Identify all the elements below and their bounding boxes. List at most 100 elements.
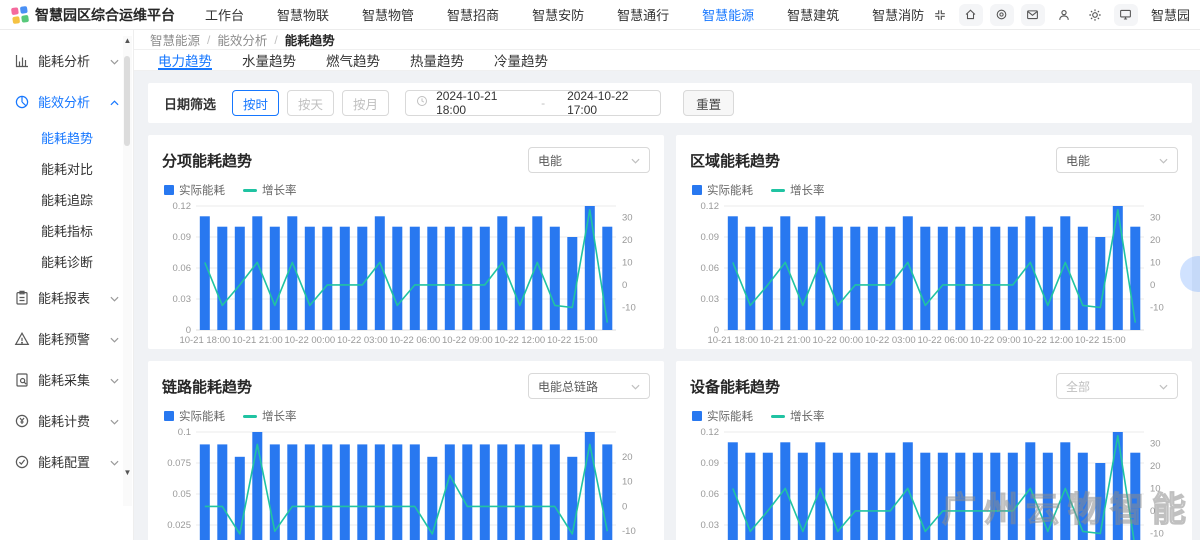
svg-text:0.03: 0.03 bbox=[173, 294, 192, 305]
svg-text:10-22 09:00: 10-22 09:00 bbox=[970, 335, 1021, 346]
sidebar-item-energy-trace[interactable]: 能耗追踪 bbox=[14, 184, 119, 215]
svg-text:10-22 15:00: 10-22 15:00 bbox=[547, 335, 598, 346]
sidebar-group-energy-warning[interactable]: 能耗预警 bbox=[14, 318, 119, 359]
bar-chart-icon bbox=[14, 53, 30, 69]
config-icon bbox=[14, 454, 30, 470]
legend-bar-swatch bbox=[164, 411, 174, 421]
nav-item-access[interactable]: 智慧通行 bbox=[617, 5, 669, 24]
scroll-up-icon[interactable]: ▲ bbox=[123, 36, 132, 46]
chevron-down-icon bbox=[631, 377, 640, 395]
sidebar: 能耗分析 能效分析 能耗趋势 能耗对比 能耗追踪 能耗指标 能耗诊断 能耗报表 bbox=[0, 30, 134, 540]
nav-item-security[interactable]: 智慧安防 bbox=[532, 5, 584, 24]
chart-legend: 实际能耗 增长率 bbox=[692, 408, 1178, 424]
chart-legend: 实际能耗 增长率 bbox=[164, 182, 650, 198]
badge-icon[interactable] bbox=[990, 4, 1014, 26]
sidebar-group-efficiency-analysis[interactable]: 能效分析 bbox=[14, 81, 119, 122]
svg-text:10-21 18:00: 10-21 18:00 bbox=[707, 335, 758, 346]
svg-text:0.03: 0.03 bbox=[701, 294, 720, 305]
nav-item-business[interactable]: 智慧招商 bbox=[447, 5, 499, 24]
link-select[interactable]: 电能总链路 bbox=[528, 373, 650, 399]
sidebar-group-energy-analysis[interactable]: 能耗分析 bbox=[14, 40, 119, 81]
tab-gas-trend[interactable]: 燃气趋势 bbox=[326, 50, 380, 70]
date-range-picker[interactable]: 2024-10-21 18:00 - 2024-10-22 17:00 bbox=[405, 90, 661, 116]
chart-card-link-energy: 链路能耗趋势 电能总链路 实际能耗 增长率 00.0250.050.0750.1… bbox=[148, 361, 664, 540]
svg-text:0.075: 0.075 bbox=[167, 458, 191, 469]
tab-electricity-trend[interactable]: 电力趋势 bbox=[158, 50, 212, 70]
monitor-icon[interactable] bbox=[1114, 4, 1138, 26]
filter-by-hour-button[interactable]: 按时 bbox=[232, 90, 279, 116]
clock-icon bbox=[416, 94, 428, 112]
legend-growth-rate[interactable]: 增长率 bbox=[771, 408, 825, 424]
bar-line-chart: 00.030.060.090.12-10010203010-21 18:0010… bbox=[690, 426, 1178, 540]
svg-text:10-22 12:00: 10-22 12:00 bbox=[1022, 335, 1073, 346]
legend-actual-energy[interactable]: 实际能耗 bbox=[692, 408, 753, 424]
report-icon bbox=[14, 290, 30, 306]
legend-growth-rate[interactable]: 增长率 bbox=[243, 408, 297, 424]
user-icon[interactable] bbox=[1052, 4, 1076, 26]
start-date-value[interactable]: 2024-10-21 18:00 bbox=[436, 89, 519, 117]
svg-text:0: 0 bbox=[1150, 280, 1155, 291]
filter-by-month-button[interactable]: 按月 bbox=[342, 90, 389, 116]
sidebar-item-energy-compare[interactable]: 能耗对比 bbox=[14, 153, 119, 184]
energy-type-select[interactable]: 电能 bbox=[528, 147, 650, 173]
sidebar-scrollbar[interactable]: ▲ ▼ bbox=[123, 36, 132, 506]
nav-item-workbench[interactable]: 工作台 bbox=[205, 5, 244, 24]
legend-actual-energy[interactable]: 实际能耗 bbox=[164, 408, 225, 424]
legend-growth-rate[interactable]: 增长率 bbox=[243, 182, 297, 198]
fullscreen-icon[interactable] bbox=[928, 4, 952, 26]
sidebar-item-energy-diagnosis[interactable]: 能耗诊断 bbox=[14, 246, 119, 277]
nav-item-energy[interactable]: 智慧能源 bbox=[702, 5, 754, 24]
svg-text:-10: -10 bbox=[622, 302, 636, 313]
svg-text:20: 20 bbox=[622, 452, 633, 463]
nav-item-fire[interactable]: 智慧消防 bbox=[872, 5, 924, 24]
sidebar-item-energy-trend[interactable]: 能耗趋势 bbox=[14, 122, 119, 153]
reset-button[interactable]: 重置 bbox=[683, 90, 734, 116]
svg-text:0: 0 bbox=[1150, 506, 1155, 517]
sidebar-group-energy-collect[interactable]: 能耗采集 bbox=[14, 359, 119, 400]
svg-text:0.03: 0.03 bbox=[701, 520, 720, 531]
sidebar-group-energy-billing[interactable]: 能耗计费 bbox=[14, 400, 119, 441]
tab-water-trend[interactable]: 水量趋势 bbox=[242, 50, 296, 70]
svg-text:0.12: 0.12 bbox=[173, 201, 192, 212]
breadcrumb-energy[interactable]: 智慧能源 bbox=[150, 30, 200, 49]
svg-text:10: 10 bbox=[1150, 483, 1161, 494]
breadcrumb-efficiency[interactable]: 能效分析 bbox=[217, 30, 267, 49]
filter-by-day-button[interactable]: 按天 bbox=[287, 90, 334, 116]
chevron-down-icon bbox=[1159, 151, 1168, 169]
svg-text:10: 10 bbox=[622, 257, 633, 268]
legend-line-swatch bbox=[771, 415, 785, 418]
sidebar-group-energy-report[interactable]: 能耗报表 bbox=[14, 277, 119, 318]
svg-text:0.09: 0.09 bbox=[701, 458, 720, 469]
energy-type-select[interactable]: 电能 bbox=[1056, 147, 1178, 173]
top-menu: 工作台 智慧物联 智慧物管 智慧招商 智慧安防 智慧通行 智慧能源 智慧建筑 智… bbox=[205, 5, 924, 24]
chart-card-region-energy: 区域能耗趋势 电能 实际能耗 增长率 00.030.060.090.12-100… bbox=[676, 135, 1192, 349]
nav-item-building[interactable]: 智慧建筑 bbox=[787, 5, 839, 24]
svg-text:30: 30 bbox=[1150, 438, 1161, 449]
settings-icon[interactable] bbox=[1083, 4, 1107, 26]
tenant-name[interactable]: 智慧园 bbox=[1151, 5, 1190, 24]
svg-text:0.12: 0.12 bbox=[701, 427, 720, 438]
svg-text:0.09: 0.09 bbox=[701, 232, 720, 243]
device-select[interactable]: 全部 bbox=[1056, 373, 1178, 399]
end-date-value[interactable]: 2024-10-22 17:00 bbox=[567, 89, 650, 117]
scroll-down-icon[interactable]: ▼ bbox=[123, 468, 132, 478]
chart-title: 设备能耗趋势 bbox=[690, 376, 780, 397]
sidebar-group-energy-config[interactable]: 能耗配置 bbox=[14, 441, 119, 482]
home-icon[interactable] bbox=[959, 4, 983, 26]
svg-text:10-22 12:00: 10-22 12:00 bbox=[494, 335, 545, 346]
svg-text:0.025: 0.025 bbox=[167, 520, 191, 531]
logo-icon bbox=[11, 5, 29, 23]
scrollbar-thumb[interactable] bbox=[124, 56, 130, 146]
nav-item-property[interactable]: 智慧物管 bbox=[362, 5, 414, 24]
svg-text:10-21 21:00: 10-21 21:00 bbox=[760, 335, 811, 346]
svg-text:10: 10 bbox=[622, 477, 633, 488]
tab-heat-trend[interactable]: 热量趋势 bbox=[410, 50, 464, 70]
sidebar-item-energy-index[interactable]: 能耗指标 bbox=[14, 215, 119, 246]
tab-cooling-trend[interactable]: 冷量趋势 bbox=[494, 50, 548, 70]
mail-icon[interactable] bbox=[1021, 4, 1045, 26]
legend-growth-rate[interactable]: 增长率 bbox=[771, 182, 825, 198]
svg-text:10-21 18:00: 10-21 18:00 bbox=[179, 335, 230, 346]
legend-actual-energy[interactable]: 实际能耗 bbox=[692, 182, 753, 198]
nav-item-iot[interactable]: 智慧物联 bbox=[277, 5, 329, 24]
legend-actual-energy[interactable]: 实际能耗 bbox=[164, 182, 225, 198]
